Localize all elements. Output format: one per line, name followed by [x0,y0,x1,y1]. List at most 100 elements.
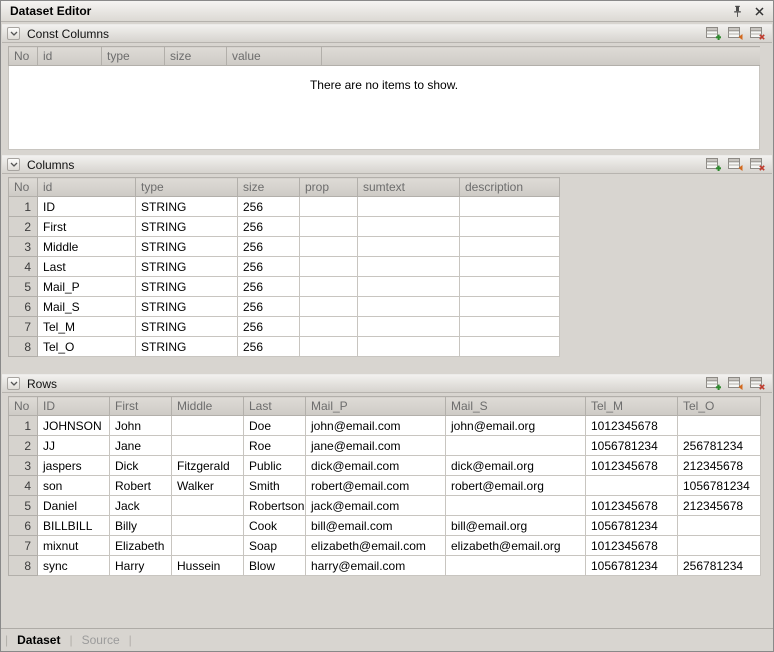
cell-type[interactable]: STRING [136,197,238,217]
column-header-sumtext[interactable]: sumtext [358,178,460,197]
table-row[interactable]: 4LastSTRING256 [9,257,560,277]
cell-prop[interactable] [300,277,358,297]
cell-last[interactable]: Soap [244,536,306,556]
column-header-mail-s[interactable]: Mail_S [446,397,586,416]
cell-description[interactable] [460,197,560,217]
cell-tel_m[interactable]: 1012345678 [586,456,678,476]
collapse-columns-icon[interactable] [7,158,20,171]
cell-last[interactable]: Roe [244,436,306,456]
cell-id[interactable]: mixnut [38,536,110,556]
cell-first[interactable]: Harry [110,556,172,576]
cell-middle[interactable]: Hussein [172,556,244,576]
cell-tel_o[interactable]: 1056781234 [678,476,761,496]
cell-middle[interactable]: Fitzgerald [172,456,244,476]
cell-middle[interactable] [172,496,244,516]
cell-last[interactable]: Robertson [244,496,306,516]
cell-id[interactable]: Mail_P [38,277,136,297]
table-row[interactable]: 3MiddleSTRING256 [9,237,560,257]
cell-sumtext[interactable] [358,257,460,277]
column-header-id[interactable]: ID [38,397,110,416]
add-row-icon[interactable] [705,27,722,41]
collapse-rows-icon[interactable] [7,377,20,390]
close-icon[interactable] [752,4,767,19]
cell-id[interactable]: Tel_M [38,317,136,337]
cell-sumtext[interactable] [358,237,460,257]
cell-no[interactable]: 8 [9,337,38,357]
table-row[interactable]: 4sonRobertWalkerSmithrobert@email.comrob… [9,476,761,496]
cell-no[interactable]: 6 [9,297,38,317]
cell-tel_m[interactable]: 1012345678 [586,536,678,556]
cell-mail_s[interactable] [446,556,586,576]
column-header-last[interactable]: Last [244,397,306,416]
table-row[interactable]: 5Mail_PSTRING256 [9,277,560,297]
cell-tel_o[interactable] [678,536,761,556]
cell-size[interactable]: 256 [238,297,300,317]
cell-tel_o[interactable]: 256781234 [678,556,761,576]
add-row-icon[interactable] [705,158,722,172]
cell-no[interactable]: 5 [9,496,38,516]
cell-middle[interactable] [172,516,244,536]
cell-tel_m[interactable] [586,476,678,496]
cell-prop[interactable] [300,217,358,237]
cell-middle[interactable] [172,436,244,456]
tab-dataset[interactable]: Dataset [15,633,62,647]
cell-mail_s[interactable]: robert@email.org [446,476,586,496]
cell-tel_m[interactable]: 1012345678 [586,416,678,436]
column-header-tel-m[interactable]: Tel_M [586,397,678,416]
cell-mail_p[interactable]: jack@email.com [306,496,446,516]
cell-type[interactable]: STRING [136,317,238,337]
cell-mail_s[interactable] [446,496,586,516]
cell-id[interactable]: jaspers [38,456,110,476]
column-header-no[interactable]: No [9,178,38,197]
cell-id[interactable]: Mail_S [38,297,136,317]
cell-id[interactable]: sync [38,556,110,576]
insert-row-icon[interactable] [727,377,744,391]
cell-prop[interactable] [300,237,358,257]
cell-mail_s[interactable]: john@email.org [446,416,586,436]
cell-tel_o[interactable] [678,516,761,536]
cell-middle[interactable]: Walker [172,476,244,496]
cell-tel_m[interactable]: 1056781234 [586,556,678,576]
cell-no[interactable]: 3 [9,456,38,476]
cell-sumtext[interactable] [358,217,460,237]
cell-id[interactable]: JJ [38,436,110,456]
cell-middle[interactable] [172,416,244,436]
delete-row-icon[interactable] [749,158,766,172]
cell-size[interactable]: 256 [238,257,300,277]
table-row[interactable]: 3jaspersDickFitzgeraldPublicdick@email.c… [9,456,761,476]
column-header-id[interactable]: id [38,178,136,197]
cell-first[interactable]: Billy [110,516,172,536]
column-header-no[interactable]: No [9,397,38,416]
cell-middle[interactable] [172,536,244,556]
cell-prop[interactable] [300,317,358,337]
cell-no[interactable]: 2 [9,436,38,456]
cell-last[interactable]: Public [244,456,306,476]
cell-tel_m[interactable]: 1056781234 [586,516,678,536]
cell-first[interactable]: Robert [110,476,172,496]
delete-row-icon[interactable] [749,377,766,391]
cell-description[interactable] [460,297,560,317]
pin-icon[interactable] [730,4,745,19]
cell-last[interactable]: Cook [244,516,306,536]
cell-id[interactable]: First [38,217,136,237]
cell-last[interactable]: Blow [244,556,306,576]
cell-size[interactable]: 256 [238,217,300,237]
table-row[interactable]: 8syncHarryHusseinBlowharry@email.com1056… [9,556,761,576]
cell-first[interactable]: Dick [110,456,172,476]
cell-id[interactable]: JOHNSON [38,416,110,436]
cell-mail_p[interactable]: dick@email.com [306,456,446,476]
cell-no[interactable]: 3 [9,237,38,257]
cell-type[interactable]: STRING [136,257,238,277]
cell-id[interactable]: Last [38,257,136,277]
cell-size[interactable]: 256 [238,317,300,337]
column-header-no[interactable]: No [9,47,38,66]
table-row[interactable]: 7Tel_MSTRING256 [9,317,560,337]
table-row[interactable]: 1JOHNSONJohnDoejohn@email.comjohn@email.… [9,416,761,436]
cell-no[interactable]: 1 [9,197,38,217]
cell-size[interactable]: 256 [238,197,300,217]
cell-type[interactable]: STRING [136,277,238,297]
column-header-size[interactable]: size [165,47,227,66]
cell-mail_p[interactable]: robert@email.com [306,476,446,496]
cell-no[interactable]: 7 [9,536,38,556]
cell-first[interactable]: Elizabeth [110,536,172,556]
